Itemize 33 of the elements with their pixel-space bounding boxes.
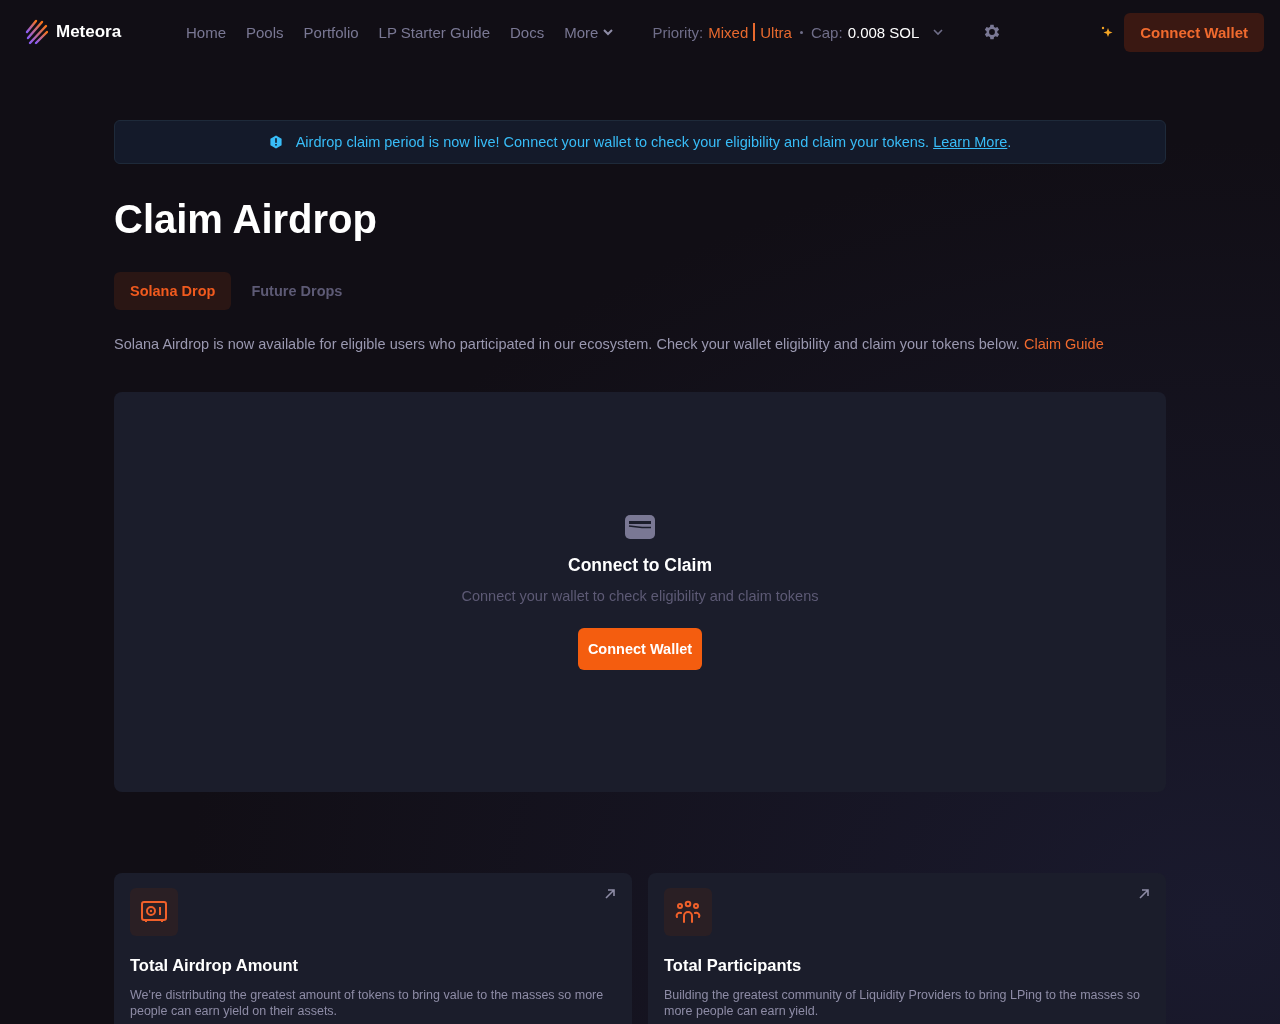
card-title: Total Airdrop Amount (130, 956, 300, 975)
description-text: Solana Airdrop is now available for eligible users who participated in our ecosystem. Check your wallet eligibility and claim your tokens below. Claim Guide (114, 336, 1105, 352)
tab[interactable]: Solana Drop (114, 272, 232, 310)
info-icon (268, 135, 283, 149)
safe-icon (141, 901, 167, 923)
wallet-icon (625, 514, 655, 539)
nav-link[interactable]: LP Starter Guide (378, 23, 491, 41)
nav-link[interactable]: Docs (510, 23, 545, 41)
connect-wallet-button[interactable]: Connect Wallet (577, 627, 703, 670)
page-title: Claim Airdrop (114, 196, 378, 242)
nav-link[interactable]: Portfolio (303, 23, 359, 41)
tab[interactable]: Future Drops (235, 272, 359, 310)
card-title: Total Participants (664, 956, 803, 975)
chevron-down-icon (932, 26, 945, 38)
nav-link[interactable]: Home (186, 23, 226, 41)
card-text: Building the greatest community of Liquidity Providers to bring LPing to the masses so more people can earn yield. (664, 987, 1141, 1019)
panel-heading: Connect to Claim (568, 554, 712, 576)
people-icon (675, 900, 701, 924)
sparkle-icon[interactable] (1100, 25, 1115, 39)
connect-wallet-button[interactable]: Connect Wallet (1124, 12, 1264, 52)
priority-selector[interactable]: Priority: Mixed Ultra Cap: 0.008 SOL (652, 23, 945, 41)
learn-more-link[interactable]: Learn More (933, 134, 1008, 150)
nav-link[interactable]: Pools (246, 23, 284, 41)
external-link-icon[interactable] (604, 888, 616, 900)
external-link-icon[interactable] (1138, 888, 1150, 900)
brand-name[interactable]: Meteora (56, 22, 122, 42)
banner-message: Airdrop claim period is now live! Connect your wallet to check your eligibility and claim your tokens. Learn More. (295, 134, 1012, 150)
nav-link[interactable]: More (564, 23, 615, 41)
card-text: We're distributing the greatest amount of tokens to bring value to the masses so more people can earn yield on their assets. (130, 987, 605, 1019)
meteora-logo-icon (24, 19, 48, 45)
chevron-down-icon (602, 26, 615, 38)
panel-subtext: Connect your wallet to check eligibility and claim tokens (461, 587, 819, 604)
claim-guide-link[interactable]: Claim Guide (1023, 336, 1104, 352)
